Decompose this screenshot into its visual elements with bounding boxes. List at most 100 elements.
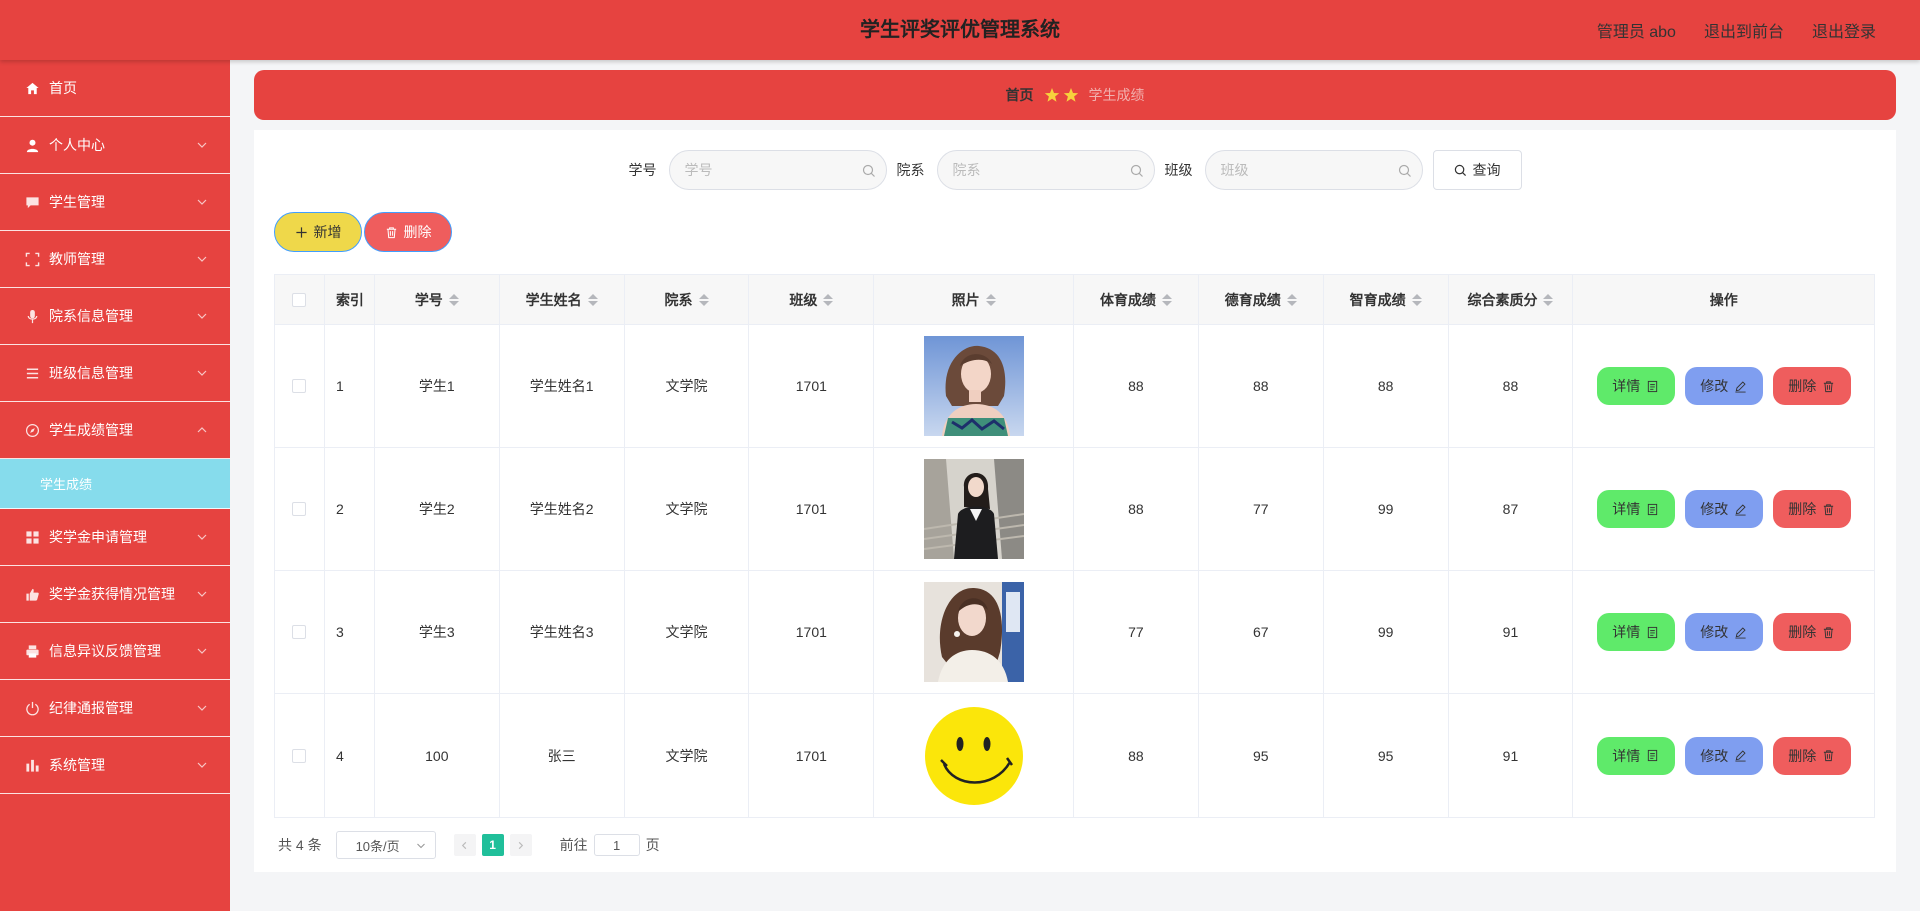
header-dept[interactable]: 院系 xyxy=(625,275,750,324)
top-bar-actions: 管理员 abo 退出到前台 退出登录 xyxy=(1597,0,1876,60)
cell-class: 1701 xyxy=(749,325,875,447)
chevron-down-icon xyxy=(197,705,207,711)
sort-icon xyxy=(1286,293,1297,306)
sidebar-item-home[interactable]: 首页 xyxy=(0,60,230,117)
query-button[interactable]: 查询 xyxy=(1432,150,1522,190)
row-checkbox[interactable] xyxy=(292,625,307,639)
sidebar-item-scholarship-awarded[interactable]: 奖学金获得情况管理 xyxy=(0,566,230,623)
detail-button[interactable]: 详情 xyxy=(1596,613,1675,651)
goto-page-input[interactable] xyxy=(593,834,640,856)
sort-icon xyxy=(823,293,834,306)
sidebar-item-personal[interactable]: 个人中心 xyxy=(0,117,230,174)
header-pe[interactable]: 体育成绩 xyxy=(1074,275,1199,324)
search-bar: 学号 院系 班级 查询 xyxy=(254,150,1896,190)
add-button[interactable]: 新增 xyxy=(274,212,362,252)
sidebar-item-label: 信息异议反馈管理 xyxy=(49,643,161,659)
sidebar-item-scholarship-apply[interactable]: 奖学金申请管理 xyxy=(0,509,230,566)
page-size-select[interactable]: 10条/页 xyxy=(335,831,436,859)
header-name[interactable]: 学生姓名 xyxy=(500,275,625,324)
sidebar-item-grades[interactable]: 学生成绩管理 xyxy=(0,402,230,459)
student-photo[interactable] xyxy=(923,459,1024,559)
cell-index: 4 xyxy=(325,694,375,817)
action-bar: 新增 删除 xyxy=(274,212,452,252)
header-photo[interactable]: 照片 xyxy=(874,275,1075,324)
row-checkbox[interactable] xyxy=(292,379,307,393)
cell-pe: 88 xyxy=(1074,694,1199,817)
delete-button[interactable]: 删除 xyxy=(1772,736,1851,775)
cell-class: 1701 xyxy=(749,571,875,693)
header-ops: 操作 xyxy=(1709,291,1738,308)
row-checkbox[interactable] xyxy=(292,748,307,763)
pagination: 共 4 条 10条/页 1 前往 页 xyxy=(278,831,660,859)
sidebar-item-system[interactable]: 系统管理 xyxy=(0,737,230,794)
edit-button[interactable]: 修改 xyxy=(1684,490,1763,528)
prev-page-button[interactable] xyxy=(453,834,476,856)
back-to-front-link[interactable]: 退出到前台 xyxy=(1704,18,1784,42)
student-photo[interactable] xyxy=(923,582,1024,682)
sidebar-item-discipline[interactable]: 纪律通报管理 xyxy=(0,680,230,737)
star-icon xyxy=(1044,88,1059,102)
row-checkbox[interactable] xyxy=(292,502,307,516)
sidebar-item-classes[interactable]: 班级信息管理 xyxy=(0,345,230,402)
edit-button[interactable]: 修改 xyxy=(1684,613,1763,651)
header-intel[interactable]: 智育成绩 xyxy=(1324,275,1449,324)
cell-class: 1701 xyxy=(749,694,875,817)
sort-icon xyxy=(587,293,598,306)
fullscreen-icon xyxy=(24,251,40,267)
trash-icon xyxy=(386,226,396,238)
sort-icon xyxy=(1161,293,1172,306)
cell-intel: 95 xyxy=(1324,694,1449,817)
sidebar-subitem-student-grades[interactable]: 学生成绩 xyxy=(0,459,230,509)
delete-button[interactable]: 删除 xyxy=(1772,367,1851,405)
smiley-photo[interactable] xyxy=(923,705,1024,806)
header-moral[interactable]: 德育成绩 xyxy=(1199,275,1324,324)
search-input-dept[interactable] xyxy=(937,151,1154,189)
cell-pe: 88 xyxy=(1074,448,1199,570)
next-page-button[interactable] xyxy=(509,834,532,856)
edit-icon xyxy=(1735,626,1746,639)
student-photo[interactable] xyxy=(923,336,1024,436)
trash-icon xyxy=(1824,626,1834,638)
home-icon xyxy=(24,80,40,96)
sidebar-item-teachers[interactable]: 教师管理 xyxy=(0,231,230,288)
query-button-label: 查询 xyxy=(1472,162,1501,178)
select-all-checkbox[interactable] xyxy=(292,292,307,307)
sidebar-item-feedback[interactable]: 信息异议反馈管理 xyxy=(0,623,230,680)
sidebar: 首页 个人中心 学生管理 教师管理 院系信息管理 班级信息管理 学生成绩管理 学… xyxy=(0,60,230,911)
delete-button[interactable]: 删除 xyxy=(1772,613,1851,651)
delete-button[interactable]: 删除 xyxy=(1772,490,1851,528)
table-row: 3 学生3 学生姓名3 文学院 1701 77 67 99 91 详情 修改 删… xyxy=(275,571,1874,694)
detail-button[interactable]: 详情 xyxy=(1596,490,1675,528)
edit-button[interactable]: 修改 xyxy=(1684,367,1763,405)
header-total[interactable]: 综合素质分 xyxy=(1449,275,1574,324)
cell-intel: 99 xyxy=(1324,571,1449,693)
goto-page: 前往 页 xyxy=(560,834,660,856)
star-icon xyxy=(1063,88,1078,102)
search-input-class[interactable] xyxy=(1205,151,1422,189)
detail-button[interactable]: 详情 xyxy=(1596,367,1675,405)
breadcrumb-home[interactable]: 首页 xyxy=(1006,85,1034,105)
cell-moral: 77 xyxy=(1199,448,1324,570)
cell-intel: 99 xyxy=(1324,448,1449,570)
detail-button[interactable]: 详情 xyxy=(1596,736,1675,775)
cell-total: 91 xyxy=(1449,694,1574,817)
cell-name: 学生姓名1 xyxy=(500,325,625,447)
header-xuehao[interactable]: 学号 xyxy=(375,275,500,324)
goto-suffix: 页 xyxy=(645,837,660,853)
current-user: 管理员 abo xyxy=(1596,24,1676,41)
cell-total: 91 xyxy=(1449,571,1574,693)
search-icon xyxy=(862,164,875,177)
search-input-xuehao[interactable] xyxy=(669,151,886,189)
sidebar-item-departments[interactable]: 院系信息管理 xyxy=(0,288,230,345)
cell-dept: 文学院 xyxy=(625,448,750,570)
edit-button[interactable]: 修改 xyxy=(1684,736,1763,775)
cell-name: 学生姓名3 xyxy=(500,571,625,693)
logout-link[interactable]: 退出登录 xyxy=(1812,18,1876,42)
header-class[interactable]: 班级 xyxy=(749,275,875,324)
page-number-current[interactable]: 1 xyxy=(481,834,504,856)
microphone-icon xyxy=(24,308,40,324)
sidebar-item-students[interactable]: 学生管理 xyxy=(0,174,230,231)
chevron-down-icon xyxy=(197,534,207,540)
batch-delete-button[interactable]: 删除 xyxy=(364,212,452,252)
sidebar-item-label: 学生成绩管理 xyxy=(49,422,133,438)
